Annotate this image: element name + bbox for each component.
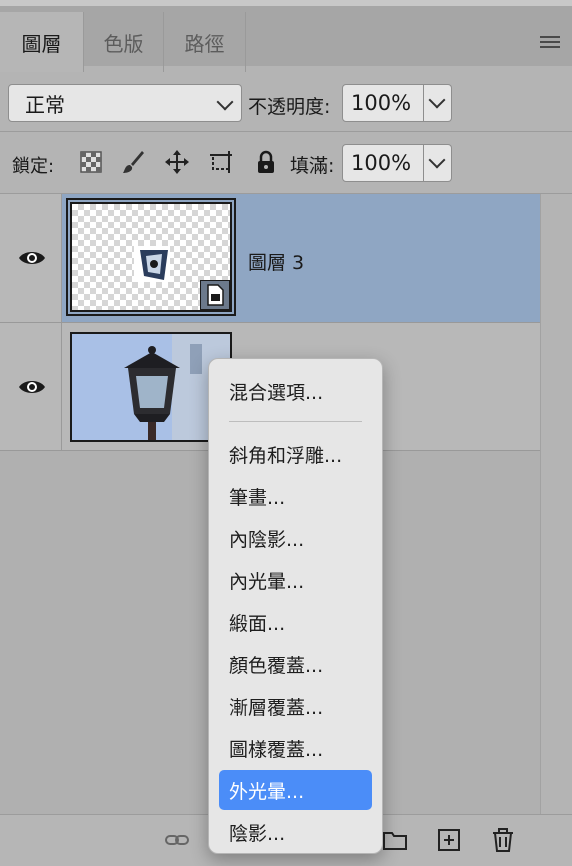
menu-item-inner-glow[interactable]: 內光暈...: [219, 560, 372, 600]
menu-separator: [229, 421, 362, 422]
visibility-column: [0, 194, 62, 322]
fill-dropdown-button[interactable]: [424, 144, 452, 182]
layer-style-context-menu: 混合選項... 斜角和浮雕... 筆畫... 內陰影... 內光暈... 緞面.…: [208, 358, 383, 854]
menu-item-inner-shadow[interactable]: 內陰影...: [219, 518, 372, 558]
menu-item-outer-glow[interactable]: 外光暈...: [219, 770, 372, 810]
opacity-label: 不透明度:: [248, 96, 331, 118]
lock-transparent-pixels-icon[interactable]: [78, 149, 104, 175]
panel-menu-icon[interactable]: [540, 36, 560, 50]
menu-item-pattern-overlay[interactable]: 圖樣覆蓋...: [219, 728, 372, 768]
menu-item-satin[interactable]: 緞面...: [219, 602, 372, 642]
trash-icon[interactable]: [490, 827, 516, 853]
lock-row: 鎖定: 填滿: 100%: [0, 132, 572, 194]
tab-channels[interactable]: 色版: [84, 12, 164, 72]
street-lamp-photo: [72, 334, 230, 440]
visibility-column: [0, 323, 62, 450]
menu-item-color-overlay[interactable]: 顏色覆蓋...: [219, 644, 372, 684]
new-layer-icon[interactable]: [436, 827, 462, 853]
opacity-input[interactable]: 100%: [342, 84, 424, 122]
layer-row-selected[interactable]: 圖層 3: [0, 194, 540, 323]
opacity-dropdown-button[interactable]: [424, 84, 452, 122]
smart-object-badge-icon: [200, 280, 230, 310]
layer-thumbnail-smart-object[interactable]: [66, 198, 236, 316]
lock-position-move-icon[interactable]: [164, 149, 190, 175]
fill-label: 填滿:: [290, 155, 335, 177]
layers-scrollbar[interactable]: [540, 194, 572, 814]
chevron-down-icon: [428, 91, 446, 109]
new-group-folder-icon[interactable]: [382, 827, 408, 853]
tab-layers[interactable]: 圖層: [0, 12, 84, 72]
lock-image-pixels-brush-icon[interactable]: [120, 149, 146, 175]
eye-icon[interactable]: [18, 249, 46, 267]
menu-item-drop-shadow[interactable]: 陰影...: [219, 812, 372, 852]
menu-item-bevel-emboss[interactable]: 斜角和浮雕...: [219, 434, 372, 474]
lock-all-icon[interactable]: [253, 149, 279, 175]
chevron-down-icon: [216, 93, 234, 111]
menu-item-blending-options[interactable]: 混合選項...: [219, 371, 372, 411]
blend-mode-value: 正常: [25, 92, 65, 117]
lock-label: 鎖定:: [12, 156, 55, 177]
tab-paths[interactable]: 路徑: [164, 12, 246, 72]
lock-artboard-icon[interactable]: [208, 149, 234, 175]
eye-icon[interactable]: [18, 378, 46, 396]
blend-row: 正常 不透明度: 100%: [0, 66, 572, 132]
chevron-down-icon: [428, 151, 446, 169]
layer-name[interactable]: 圖層 3: [248, 248, 304, 275]
fill-input[interactable]: 100%: [342, 144, 424, 182]
link-layers-icon[interactable]: [164, 827, 190, 853]
menu-item-stroke[interactable]: 筆畫...: [219, 476, 372, 516]
panel-tab-bar: 圖層 色版 路徑: [0, 0, 572, 72]
blend-mode-select[interactable]: 正常: [8, 84, 242, 122]
menu-item-gradient-overlay[interactable]: 漸層覆蓋...: [219, 686, 372, 726]
